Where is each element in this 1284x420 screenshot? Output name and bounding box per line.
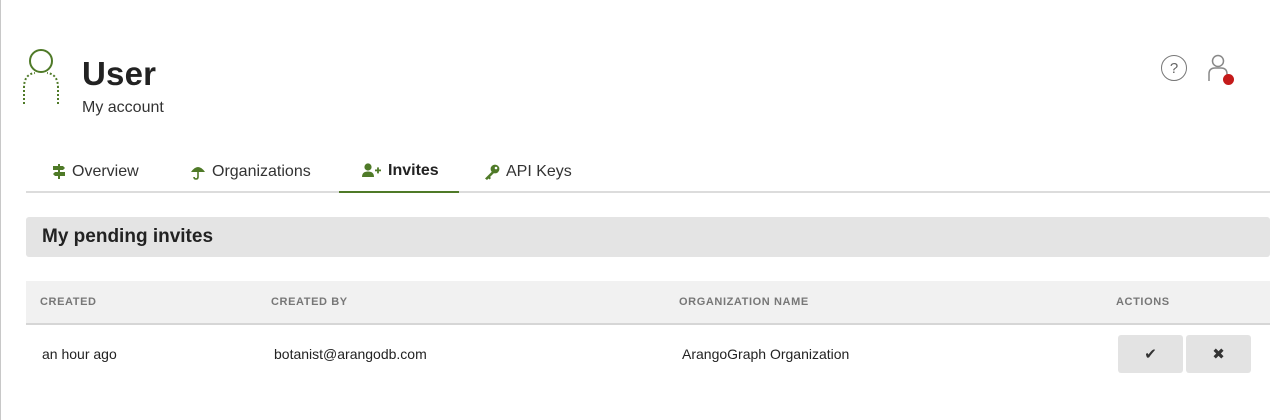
created-by-cell: botanist@arangodb.com bbox=[274, 346, 427, 362]
page: User My account ? Overview Organizations… bbox=[0, 0, 1284, 420]
umbrella-icon bbox=[190, 164, 206, 180]
account-button[interactable] bbox=[1206, 53, 1236, 87]
accept-invite-button[interactable]: ✔ bbox=[1118, 335, 1183, 373]
created-cell: an hour ago bbox=[42, 346, 117, 362]
column-header-created: CREATED bbox=[40, 296, 97, 308]
notification-badge bbox=[1223, 74, 1234, 85]
tab-invites[interactable]: Invites bbox=[339, 150, 459, 193]
check-icon: ✔ bbox=[1144, 346, 1157, 363]
reject-invite-button[interactable]: ✖ bbox=[1186, 335, 1251, 373]
table-header: CREATED CREATED BY ORGANIZATION NAME ACT… bbox=[26, 281, 1270, 325]
user-plus-icon bbox=[362, 163, 382, 178]
tab-organizations[interactable]: Organizations bbox=[190, 150, 311, 193]
tab-bar: Overview Organizations Invites API Keys bbox=[26, 150, 1270, 193]
key-icon bbox=[484, 164, 500, 180]
tab-label: Overview bbox=[72, 162, 139, 180]
table-row: an hour ago botanist@arangodb.com Arango… bbox=[26, 325, 1270, 387]
question-circle-icon: ? bbox=[1169, 59, 1179, 77]
organization-name-cell: ArangoGraph Organization bbox=[682, 346, 850, 362]
tab-overview[interactable]: Overview bbox=[52, 150, 139, 193]
tab-api-keys[interactable]: API Keys bbox=[484, 150, 572, 193]
close-icon: ✖ bbox=[1212, 346, 1225, 363]
section-title: My pending invites bbox=[42, 226, 214, 247]
column-header-created-by: CREATED BY bbox=[271, 296, 348, 308]
page-subtitle: My account bbox=[82, 99, 164, 116]
tab-label: Invites bbox=[388, 161, 439, 179]
invites-table: CREATED CREATED BY ORGANIZATION NAME ACT… bbox=[26, 281, 1270, 387]
column-header-actions: ACTIONS bbox=[1116, 296, 1170, 308]
signpost-icon bbox=[52, 164, 66, 179]
help-button[interactable]: ? bbox=[1161, 55, 1187, 81]
tab-label: API Keys bbox=[506, 162, 572, 180]
column-header-organization-name: ORGANIZATION NAME bbox=[679, 296, 809, 308]
tab-label: Organizations bbox=[212, 162, 311, 180]
user-outline-icon bbox=[21, 48, 63, 106]
page-title: User bbox=[82, 55, 157, 92]
section-header: My pending invites bbox=[26, 217, 1270, 257]
